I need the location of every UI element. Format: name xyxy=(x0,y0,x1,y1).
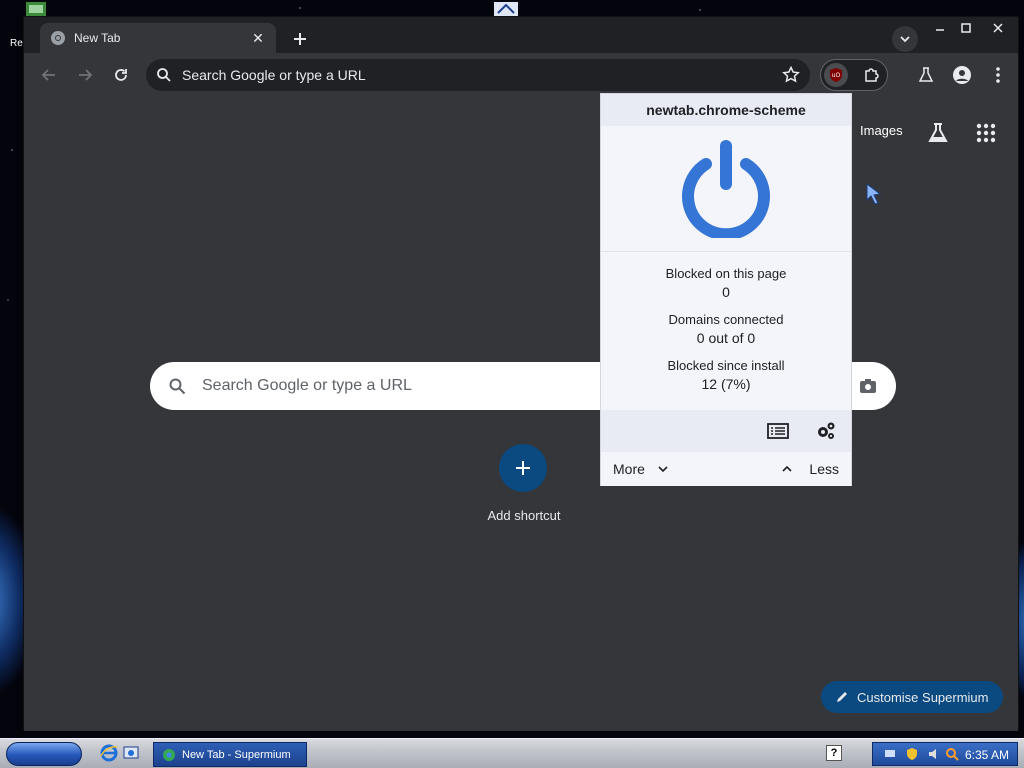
chevron-down-icon xyxy=(658,466,668,473)
stat-blocked-page-label: Blocked on this page xyxy=(665,266,787,281)
add-shortcut-button[interactable] xyxy=(499,444,547,492)
less-label: Less xyxy=(809,461,839,477)
back-button[interactable] xyxy=(36,62,62,88)
power-switch-icon[interactable] xyxy=(680,139,772,238)
search-icon xyxy=(169,378,186,395)
flask-icon xyxy=(918,67,934,82)
images-link[interactable]: Images xyxy=(860,123,903,138)
logger-list-icon[interactable] xyxy=(767,420,789,442)
stat-blocked-page-value: 0 xyxy=(722,284,730,300)
customise-label: Customise Supermium xyxy=(857,689,989,705)
taskbar: New Tab - Supermium ? 6:35 AM xyxy=(0,738,1024,768)
close-tab-icon[interactable]: ✕ xyxy=(250,30,266,46)
popup-more-less-bar: More Less xyxy=(601,452,851,486)
pencil-icon xyxy=(837,692,847,702)
ublock-shield-icon: uO xyxy=(830,68,842,82)
camera-search-icon[interactable] xyxy=(858,376,878,396)
supermium-app-icon xyxy=(163,748,175,761)
plus-icon xyxy=(294,33,306,45)
forward-arrow-icon xyxy=(79,69,93,81)
chevron-down-icon xyxy=(900,36,910,43)
more-label: More xyxy=(613,461,645,477)
forward-button[interactable] xyxy=(72,62,98,88)
flask-icon[interactable] xyxy=(926,121,950,145)
tab-title: New Tab xyxy=(74,31,121,45)
tab-new-tab[interactable]: New Tab ✕ xyxy=(40,23,276,53)
minimize-icon xyxy=(936,29,944,31)
clock: 6:35 AM xyxy=(964,748,1009,762)
tab-search-button[interactable] xyxy=(892,26,918,52)
kebab-menu-icon xyxy=(996,67,1000,83)
network-icon[interactable] xyxy=(883,747,897,761)
stat-domains-value: 0 out of 0 xyxy=(696,330,756,346)
popup-stats: Blocked on this page 0 Domains connected… xyxy=(601,252,851,436)
taskbar-task-supermium[interactable]: New Tab - Supermium xyxy=(153,742,307,767)
stat-domains-label: Domains connected xyxy=(668,312,784,327)
start-button[interactable] xyxy=(6,742,82,766)
bookmark-star-icon[interactable] xyxy=(782,66,800,84)
browser-toolbar: Search Google or type a URL uO xyxy=(24,53,1018,97)
menu-button[interactable] xyxy=(986,63,1010,87)
settings-gears-icon[interactable] xyxy=(815,420,837,442)
puzzle-icon xyxy=(865,68,879,82)
maximize-button[interactable] xyxy=(952,17,980,39)
stat-since-install-label: Blocked since install xyxy=(667,358,785,373)
internet-explorer-icon[interactable] xyxy=(100,744,118,762)
stat-since-install-value: 12 (7%) xyxy=(701,376,751,392)
show-desktop-icon[interactable] xyxy=(122,744,140,762)
ntp-search-placeholder: Search Google or type a URL xyxy=(202,377,412,394)
close-window-button[interactable] xyxy=(984,17,1012,39)
profile-button[interactable] xyxy=(950,63,974,87)
extensions-button[interactable] xyxy=(860,63,884,87)
tab-strip: New Tab ✕ xyxy=(24,17,1018,53)
taskbar-task-label: New Tab - Supermium xyxy=(182,748,291,761)
volume-icon[interactable] xyxy=(927,747,941,761)
ublock-popup: newtab.chrome-scheme Blocked on this pag… xyxy=(600,93,852,486)
popup-tools xyxy=(601,410,851,452)
search-icon xyxy=(157,68,171,82)
reload-button[interactable] xyxy=(108,62,134,88)
new-tab-page: Images Search Google or type a URL Add s… xyxy=(24,97,1018,731)
address-bar[interactable]: Search Google or type a URL xyxy=(146,59,810,91)
power-switch-area xyxy=(601,126,851,252)
add-shortcut-label[interactable]: Add shortcut xyxy=(464,508,584,523)
more-button[interactable]: More xyxy=(613,461,669,477)
help-icon[interactable]: ? xyxy=(826,745,842,761)
address-bar-placeholder: Search Google or type a URL xyxy=(182,67,366,83)
chevron-up-icon xyxy=(782,465,792,472)
customise-button[interactable]: Customise Supermium xyxy=(821,681,1003,713)
profile-avatar-icon xyxy=(953,66,971,84)
back-arrow-icon xyxy=(41,69,55,81)
ublock-extension-button[interactable]: uO xyxy=(824,63,848,87)
plus-icon xyxy=(516,461,530,475)
security-shield-icon[interactable] xyxy=(905,747,919,761)
mouse-cursor-icon xyxy=(866,183,882,205)
google-apps-icon[interactable] xyxy=(974,121,998,145)
reload-icon xyxy=(115,69,127,81)
new-tab-button[interactable] xyxy=(288,27,312,51)
search-tray-icon[interactable] xyxy=(945,747,959,761)
less-button[interactable]: Less xyxy=(781,461,839,477)
desktop-icon-label: Re xyxy=(10,38,23,49)
system-tray: 6:35 AM xyxy=(872,742,1018,766)
close-icon xyxy=(993,23,1003,33)
popup-hostname: newtab.chrome-scheme xyxy=(601,94,851,126)
chrome-favicon-icon xyxy=(51,31,65,45)
maximize-icon xyxy=(961,23,971,33)
labs-button[interactable] xyxy=(914,63,938,87)
browser-window: New Tab ✕ Search Google or type a URL uO… xyxy=(23,16,1019,731)
svg-text:uO: uO xyxy=(832,72,841,79)
minimize-button[interactable] xyxy=(926,17,954,39)
